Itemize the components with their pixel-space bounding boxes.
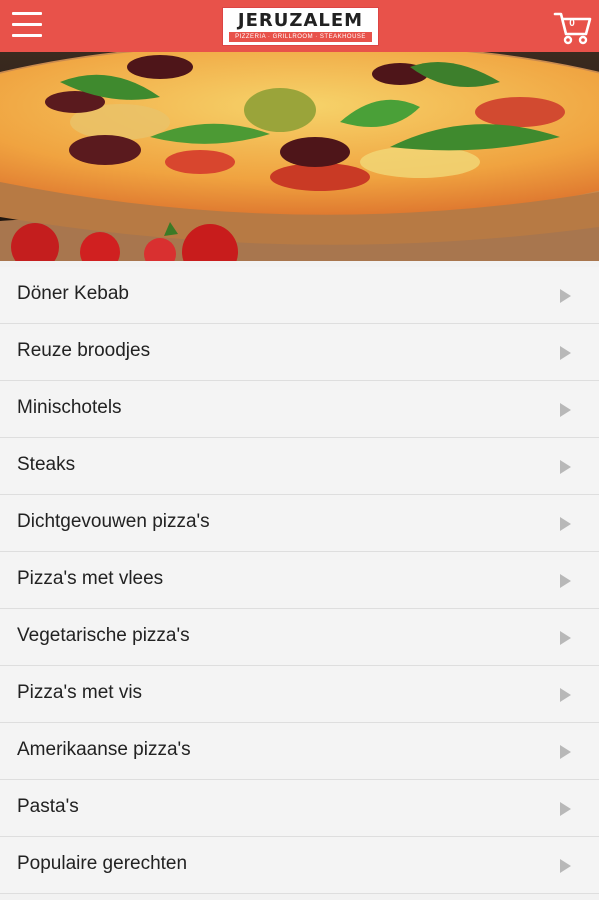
category-label: Pizza's met vlees [17, 568, 164, 589]
category-item[interactable]: Pasta's [0, 780, 599, 837]
category-label: Dichtgevouwen pizza's [17, 511, 210, 532]
category-item[interactable]: Dichtgevouwen pizza's [0, 495, 599, 552]
logo[interactable]: JERUZALEM PIZZERIA · GRILLROOM · STEAKHO… [222, 7, 379, 46]
app-header: JERUZALEM PIZZERIA · GRILLROOM · STEAKHO… [0, 0, 599, 52]
category-label: Pizza's met vis [17, 682, 143, 703]
category-label: Pasta's [17, 796, 79, 817]
category-item[interactable]: Steaks [0, 438, 599, 495]
category-item[interactable]: Vegetarische pizza's [0, 609, 599, 666]
chevron-right-icon [560, 289, 571, 303]
chevron-right-icon [560, 574, 571, 588]
category-item[interactable]: Döner Kebab [0, 267, 599, 324]
logo-subtitle: PIZZERIA · GRILLROOM · STEAKHOUSE [229, 31, 372, 42]
chevron-right-icon [560, 631, 571, 645]
category-label: Amerikaanse pizza's [17, 739, 191, 760]
category-item[interactable]: Reuze broodjes [0, 324, 599, 381]
category-label: Vegetarische pizza's [17, 625, 190, 646]
chevron-right-icon [560, 517, 571, 531]
category-label: Reuze broodjes [17, 340, 151, 361]
cart-count: 0 [569, 18, 575, 29]
category-item[interactable]: Minischotels [0, 381, 599, 438]
category-list: Döner Kebab Reuze broodjes Minischotels … [0, 267, 599, 894]
chevron-right-icon [560, 802, 571, 816]
category-label: Populaire gerechten [17, 853, 188, 874]
chevron-right-icon [560, 403, 571, 417]
category-item[interactable]: Pizza's met vlees [0, 552, 599, 609]
category-item[interactable]: Populaire gerechten [0, 837, 599, 894]
category-label: Döner Kebab [17, 283, 129, 304]
chevron-right-icon [560, 688, 571, 702]
category-item[interactable]: Amerikaanse pizza's [0, 723, 599, 780]
category-label: Steaks [17, 454, 76, 475]
chevron-right-icon [560, 460, 571, 474]
category-label: Minischotels [17, 397, 122, 418]
logo-title: JERUZALEM [237, 9, 364, 31]
chevron-right-icon [560, 745, 571, 759]
hero-pizza-image [0, 52, 599, 261]
cart-button[interactable]: 0 [553, 8, 593, 46]
chevron-right-icon [560, 346, 571, 360]
menu-icon[interactable] [12, 12, 42, 38]
category-item[interactable]: Pizza's met vis [0, 666, 599, 723]
chevron-right-icon [560, 859, 571, 873]
